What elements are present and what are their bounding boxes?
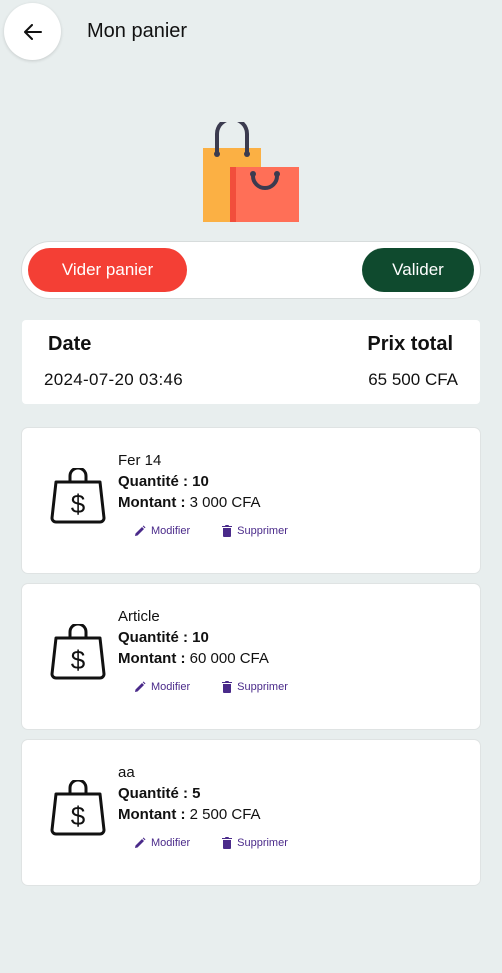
delete-button[interactable]: Supprimer [222, 525, 288, 537]
edit-button[interactable]: Modifier [134, 837, 190, 849]
edit-button[interactable]: Modifier [134, 681, 190, 693]
item-name: Fer 14 [118, 452, 162, 469]
total-value: 65 500 CFA [368, 370, 458, 389]
cart-item: $ aa Quantité : 5 Montant : 2 500 CFA Mo… [22, 740, 480, 885]
cart-action-bar: Vider panier Valider [22, 242, 480, 298]
date-value: 2024-07-20 03:46 [44, 370, 184, 389]
pencil-icon [135, 837, 146, 848]
pencil-icon [135, 681, 146, 692]
cart-item: $ Fer 14 Quantité : 10 Montant : 3 000 C… [22, 428, 480, 573]
delete-button[interactable]: Supprimer [222, 837, 288, 849]
empty-cart-button[interactable]: Vider panier [28, 248, 187, 292]
arrow-left-icon [23, 23, 42, 40]
delete-button[interactable]: Supprimer [222, 681, 288, 693]
cart-summary: Date Prix total 2024-07-20 03:46 65 500 … [22, 320, 480, 404]
item-quantity: Quantité : 10 [118, 629, 209, 646]
item-quantity: Quantité : 5 [118, 785, 201, 802]
back-button[interactable] [4, 3, 61, 60]
pencil-icon [135, 525, 146, 536]
date-label: Date [48, 333, 92, 355]
money-bag-icon: $ [50, 624, 106, 680]
validate-button[interactable]: Valider [362, 248, 474, 292]
edit-button[interactable]: Modifier [134, 525, 190, 537]
item-amount: Montant : 3 000 CFA [118, 494, 261, 511]
money-bag-icon: $ [50, 468, 106, 524]
item-amount: Montant : 2 500 CFA [118, 806, 261, 823]
item-amount: Montant : 60 000 CFA [118, 650, 269, 667]
item-name: aa [118, 764, 135, 781]
money-bag-icon: $ [50, 780, 106, 836]
trash-icon [222, 525, 233, 537]
trash-icon [222, 837, 233, 849]
item-quantity: Quantité : 10 [118, 473, 209, 490]
svg-text:$: $ [71, 489, 86, 519]
item-name: Article [118, 608, 160, 625]
page-title: Mon panier [87, 20, 188, 42]
total-label: Prix total [367, 333, 453, 355]
cart-item: $ Article Quantité : 10 Montant : 60 000… [22, 584, 480, 729]
svg-text:$: $ [71, 801, 86, 831]
shopping-bags-icon [203, 122, 299, 222]
svg-text:$: $ [71, 645, 86, 675]
trash-icon [222, 681, 233, 693]
